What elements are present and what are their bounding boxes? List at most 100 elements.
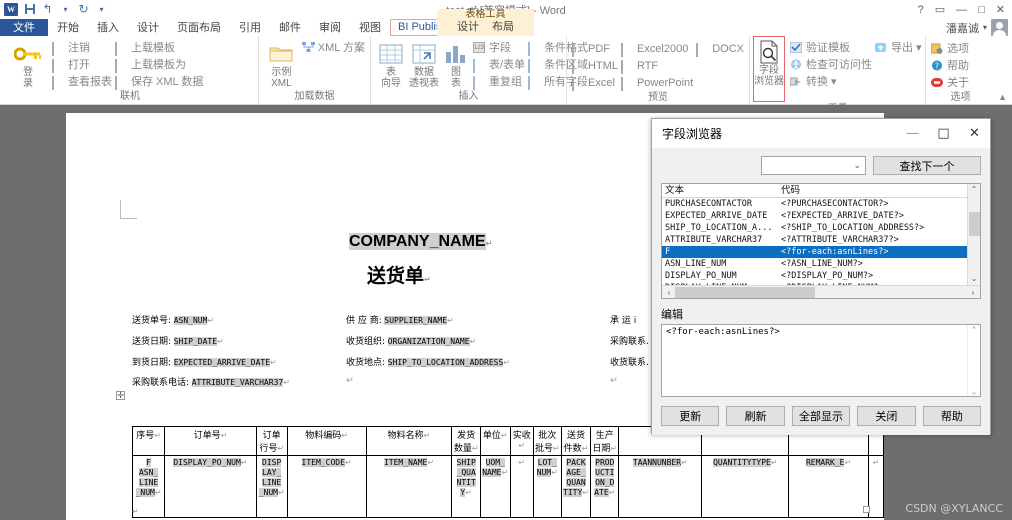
upload-template-button[interactable]: 上载模板: [115, 40, 203, 56]
close-dialog-button[interactable]: 关闭: [857, 406, 916, 426]
options-button[interactable]: 选项: [930, 41, 969, 57]
list-item[interactable]: PURCHASECONTACTOR <?PURCHASECONTACTOR?>: [662, 198, 980, 210]
list-item-code: <?ATTRIBUTE_VARCHAR37?>: [781, 235, 899, 245]
list-item[interactable]: SHIP_TO_LOCATION_A... <?SHIP_TO_LOCATION…: [662, 222, 980, 234]
save-icon[interactable]: [23, 3, 36, 16]
login-button[interactable]: 登 录: [7, 39, 49, 89]
field-list-horizontal-scrollbar[interactable]: ‹ ›: [662, 285, 980, 298]
edit-scroll-up-icon[interactable]: ⌃: [972, 325, 977, 334]
preview-html-button[interactable]: HTML: [572, 58, 618, 74]
list-item[interactable]: EXPECTED_ARRIVE_DATE <?EXPECTED_ARRIVE_D…: [662, 210, 980, 222]
tab-review[interactable]: 审阅: [310, 19, 350, 36]
find-combo[interactable]: ⌄: [761, 156, 866, 175]
help-button[interactable]: ? 帮助: [931, 58, 969, 74]
dialog-close-button[interactable]: ✕: [959, 119, 990, 148]
check-accessibility-button[interactable]: 检查可访问性: [790, 57, 872, 73]
scroll-right-icon[interactable]: ›: [967, 288, 979, 297]
tab-file[interactable]: 文件: [0, 19, 48, 36]
list-item[interactable]: ATTRIBUTE_VARCHAR37 <?ATTRIBUTE_VARCHAR3…: [662, 234, 980, 246]
xml-schema-button[interactable]: XML 方案: [301, 40, 365, 56]
preview-pdf-button[interactable]: PDF: [572, 41, 618, 57]
ribbon-display-options-icon[interactable]: ▭: [935, 3, 945, 16]
list-item[interactable]: DISPLAY_PO_NUM <?DISPLAY_PO_NUM?>: [662, 270, 980, 282]
list-item-selected[interactable]: F <?for-each:asnLines?>: [662, 246, 980, 258]
sample-xml-button[interactable]: 示例 XML: [264, 39, 299, 89]
qat-more-icon[interactable]: ▾: [95, 3, 108, 16]
avatar[interactable]: [991, 19, 1008, 36]
field-button[interactable]: 123 字段: [473, 40, 525, 56]
dialog-maximize-button[interactable]: □: [928, 119, 959, 148]
collapse-ribbon-button[interactable]: ▲: [998, 92, 1007, 102]
dialog-title-bar[interactable]: 字段浏览器 — □ ✕: [652, 119, 990, 148]
preview-docx-button[interactable]: DOCX: [696, 41, 744, 57]
preview-rtf-button[interactable]: RTF: [620, 58, 693, 74]
close-button[interactable]: ✕: [996, 3, 1005, 16]
powerpoint-label: PowerPoint: [636, 76, 694, 89]
table-form-button[interactable]: 表/表单: [473, 57, 525, 73]
export-label: 导出 ▾: [891, 41, 922, 54]
user-account[interactable]: 潘嘉诚 ▾: [946, 19, 1008, 36]
logout-button[interactable]: 注销: [52, 40, 112, 56]
table-wizard-button[interactable]: 表 向导: [376, 39, 406, 89]
refresh-button[interactable]: 刷新: [726, 406, 785, 426]
sample-xml-label-top: 示例: [271, 67, 292, 78]
horizontal-scroll-thumb[interactable]: [675, 287, 815, 298]
edit-vertical-scrollbar[interactable]: ⌃ ⌄: [967, 325, 980, 396]
maximize-button[interactable]: □: [978, 4, 985, 16]
scroll-left-icon[interactable]: ‹: [663, 288, 675, 297]
table-move-handle[interactable]: ✛: [116, 391, 125, 400]
upload-template-as-button[interactable]: 上载模板为: [115, 57, 203, 73]
logout-label: 注销: [68, 41, 90, 54]
open-button[interactable]: 打开: [52, 57, 112, 73]
edit-scroll-down-icon[interactable]: ⌄: [972, 387, 977, 396]
user-caret-icon[interactable]: ▾: [983, 23, 987, 32]
field-browser-button[interactable]: 字段 浏览器: [753, 36, 785, 102]
update-button[interactable]: 更新: [661, 406, 720, 426]
field-list[interactable]: 文本 代码 PURCHASECONTACTOR <?PURCHASECONTAC…: [661, 183, 981, 299]
save-xml-data-button[interactable]: 保存 XML 数据: [115, 74, 203, 90]
tab-insert[interactable]: 插入: [88, 19, 128, 36]
scroll-up-icon[interactable]: ⌃: [971, 184, 978, 196]
dialog-minimize-button[interactable]: —: [897, 119, 928, 148]
tab-home[interactable]: 开始: [48, 19, 88, 36]
delivery-table[interactable]: 序号↵ 订单号↵ 订单 行号↵ 物料编码↵ 物料名称↵ 发货 数量↵ 单位↵ 实…: [131, 426, 885, 518]
find-next-button[interactable]: 查找下一个: [873, 156, 981, 175]
validate-template-button[interactable]: 验证模板: [789, 40, 872, 56]
list-item[interactable]: ASN_LINE_NUM <?ASN_LINE_NUM?>: [662, 258, 980, 270]
help-icon[interactable]: ?: [918, 4, 924, 16]
pivot-table-button[interactable]: 数据 透视表: [409, 39, 439, 89]
tab-table-design[interactable]: 设计: [457, 20, 479, 34]
preview-excel2000-button[interactable]: Excel2000: [620, 41, 693, 57]
scroll-down-icon[interactable]: ⌄: [971, 273, 978, 285]
vertical-scroll-thumb[interactable]: [969, 212, 980, 236]
dialog-help-button[interactable]: 帮助: [922, 406, 982, 426]
redo-icon[interactable]: ↻: [77, 3, 90, 16]
field-list-vertical-scrollbar[interactable]: ⌃ ⌄: [967, 184, 980, 285]
undo-caret-icon[interactable]: ▾: [59, 3, 72, 16]
export-button[interactable]: 导出 ▾: [875, 40, 922, 56]
about-button[interactable]: 关于: [931, 75, 969, 91]
tab-view[interactable]: 视图: [350, 19, 390, 36]
tab-design[interactable]: 设计: [128, 19, 168, 36]
chevron-down-icon[interactable]: ⌄: [853, 160, 861, 171]
tab-mail[interactable]: 邮件: [270, 19, 310, 36]
tab-page-layout[interactable]: 页面布局: [168, 19, 230, 36]
minimize-button[interactable]: —: [956, 4, 967, 16]
repeating-group-button[interactable]: 重复组: [473, 74, 525, 90]
edit-textarea[interactable]: <?for-each:asnLines?> ⌃ ⌄: [661, 324, 981, 397]
tab-table-layout[interactable]: 布局: [492, 20, 514, 34]
show-all-button[interactable]: 全部显示: [791, 406, 851, 426]
field-list-col-code[interactable]: 代码: [778, 184, 980, 197]
preview-excel-button[interactable]: Excel: [572, 75, 618, 91]
tab-reference[interactable]: 引用: [230, 19, 270, 36]
ribbon-group-load-data: 示例 XML XML 方案 加载数据: [258, 36, 370, 104]
view-report-button[interactable]: 查看报表: [52, 74, 112, 90]
table-resize-handle[interactable]: [863, 506, 870, 513]
preview-powerpoint-button[interactable]: PowerPoint: [620, 75, 694, 91]
convert-button[interactable]: 转换 ▾: [789, 74, 872, 90]
chart-button[interactable]: 图 表: [442, 39, 470, 89]
undo-icon[interactable]: ↰: [41, 3, 54, 16]
field-browser-dialog[interactable]: 字段浏览器 — □ ✕ ⌄ 查找下一个 文本 代码 PURCHASECONTAC…: [651, 118, 991, 435]
field-list-col-text[interactable]: 文本: [662, 184, 778, 197]
document-title-value: 送货单: [367, 265, 425, 287]
